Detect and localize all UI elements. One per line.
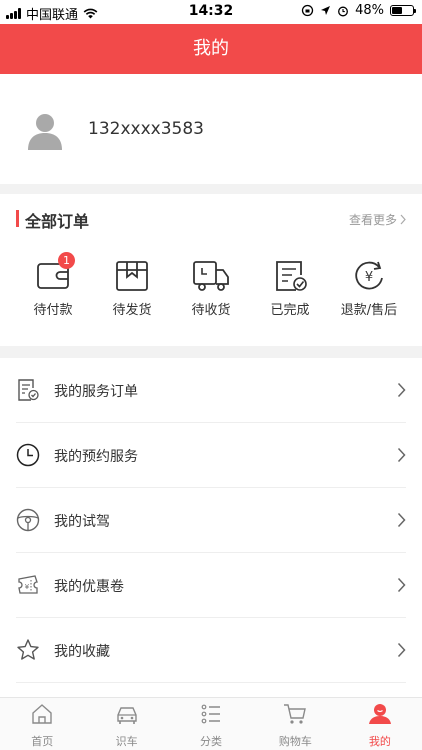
tab-car[interactable]: 识车	[84, 698, 168, 750]
menu-item-test-drive[interactable]: 我的试驾	[0, 488, 422, 553]
refund-icon: ¥	[355, 261, 383, 290]
chevron-right-icon	[397, 642, 406, 658]
order-completed[interactable]: 已完成	[250, 258, 330, 318]
tab-label: 首页	[31, 735, 54, 748]
order-status-label: 已完成	[270, 303, 310, 318]
bottom-tab-bar: 首页 识车 分类 购物车 我的	[0, 697, 422, 750]
order-refund[interactable]: ¥ 退款/售后	[329, 258, 409, 318]
menu-item-coupons[interactable]: ¥ 我的优惠卷	[0, 553, 422, 618]
alarm-icon	[338, 6, 349, 16]
orders-title: 全部订单	[25, 212, 90, 231]
coupon-icon: ¥	[18, 575, 38, 594]
chevron-right-icon	[397, 577, 406, 593]
order-status-label: 待收货	[191, 303, 231, 318]
chevron-right-icon	[397, 382, 406, 398]
svg-text:¥: ¥	[25, 583, 30, 591]
order-status-label: 待付款	[33, 303, 73, 318]
svg-text:¥: ¥	[365, 270, 373, 285]
unpaid-count-badge: 1	[58, 252, 75, 269]
orders-header: 全部订单 查看更多	[0, 194, 422, 242]
service-order-icon	[18, 379, 39, 401]
order-status-label: 退款/售后	[340, 303, 398, 318]
nav-bar: 我的	[0, 24, 422, 74]
menu-item-label: 我的预约服务	[54, 449, 138, 465]
tab-label: 分类	[200, 735, 223, 748]
tab-mine[interactable]: 我的	[338, 698, 422, 750]
clock-icon	[16, 443, 40, 467]
tab-home[interactable]: 首页	[0, 698, 84, 750]
battery-percent: 48%	[355, 3, 384, 18]
order-pending-shipment[interactable]: 待发货	[92, 258, 172, 318]
menu-item-favorites[interactable]: 我的收藏	[0, 618, 422, 683]
view-more-label: 查看更多	[348, 213, 397, 227]
truck-icon	[193, 261, 229, 291]
star-icon	[17, 639, 39, 660]
tab-label: 识车	[115, 735, 138, 748]
chevron-right-icon	[397, 512, 406, 528]
order-status-label: 待发货	[112, 303, 152, 318]
rotation-lock-icon	[301, 4, 314, 17]
chevron-right-icon	[400, 214, 406, 225]
cart-icon	[284, 704, 307, 724]
battery-icon	[390, 5, 416, 16]
tab-category[interactable]: 分类	[169, 698, 253, 750]
location-icon	[321, 6, 331, 15]
order-status-row: 1 待付款 待发货 待收货 已完成 ¥ 退款/售后	[0, 252, 422, 328]
tab-label: 购物车	[278, 735, 312, 748]
section-accent-bar	[16, 210, 19, 227]
user-avatar-icon[interactable]	[27, 112, 63, 150]
menu-list: 我的服务订单 我的预约服务 我的试驾 ¥ 我的优惠卷 我的收藏	[0, 358, 422, 683]
steering-wheel-icon	[16, 508, 40, 532]
list-icon	[201, 704, 221, 724]
user-phone: 132xxxx3583	[88, 119, 204, 139]
tab-label: 我的	[368, 735, 391, 748]
car-icon	[116, 707, 137, 724]
profile-icon	[368, 704, 391, 724]
order-pending-receipt[interactable]: 待收货	[171, 258, 251, 318]
menu-item-service-orders[interactable]: 我的服务订单	[0, 358, 422, 423]
menu-item-label: 我的服务订单	[54, 384, 138, 400]
view-more-link[interactable]: 查看更多	[349, 211, 406, 228]
profile-section[interactable]: 132xxxx3583	[0, 74, 422, 184]
section-divider	[0, 346, 422, 358]
chevron-right-icon	[397, 447, 406, 463]
page-title: 我的	[193, 38, 229, 59]
menu-item-label: 我的收藏	[54, 644, 110, 660]
home-icon	[32, 704, 52, 724]
completed-doc-icon	[276, 261, 307, 291]
section-divider	[0, 184, 422, 194]
menu-item-label: 我的试驾	[54, 514, 110, 530]
menu-item-label: 我的优惠卷	[54, 579, 124, 595]
status-bar: 中国联通 14:32 48%	[0, 0, 422, 24]
order-pending-payment[interactable]: 1 待付款	[13, 252, 93, 318]
package-icon	[116, 261, 148, 291]
tab-cart[interactable]: 购物车	[253, 698, 337, 750]
menu-item-appointments[interactable]: 我的预约服务	[0, 423, 422, 488]
